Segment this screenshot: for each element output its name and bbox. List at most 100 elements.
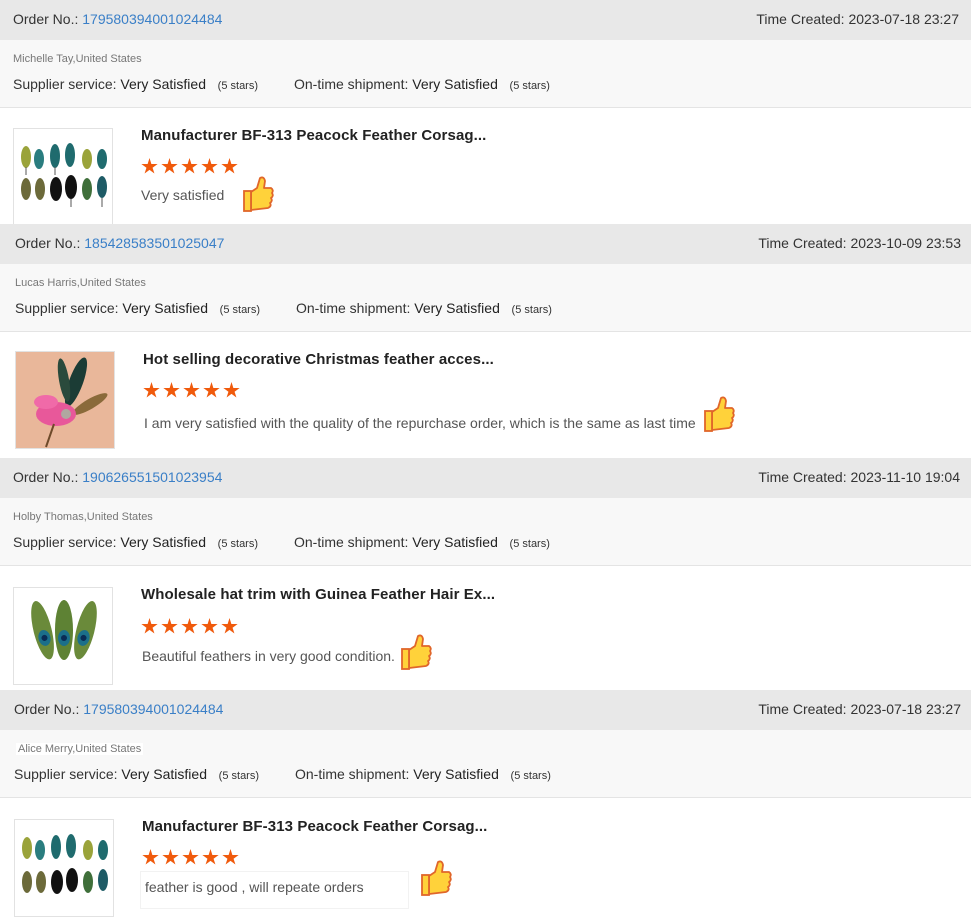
order-number-link[interactable]: 190626551501023954 (82, 469, 222, 485)
order-header: Order No.: 185428583501025047 Time Creat… (0, 224, 971, 264)
product-title[interactable]: Manufacturer BF-313 Peacock Feather Cors… (141, 127, 486, 144)
time-created-label: Time Created: (756, 11, 845, 27)
thumbs-up-icon (243, 176, 274, 212)
rating-stars (143, 382, 243, 399)
rating-stars (141, 618, 241, 635)
ontime-shipment-value: Very Satisfied (414, 300, 500, 316)
review-card: Order No.: 179580394001024484 Time Creat… (0, 0, 971, 226)
star-icon (183, 382, 200, 399)
time-created: Time Created: 2023-11-10 19:04 (758, 469, 960, 485)
buyer-name: Lucas Harris,United States (15, 277, 146, 289)
product-title[interactable]: Hot selling decorative Christmas feather… (143, 351, 494, 368)
ontime-shipment-rating: On-time shipment: Very Satisfied (5 star… (295, 766, 551, 782)
ontime-shipment-rating: On-time shipment: Very Satisfied (5 star… (294, 534, 550, 550)
time-created: Time Created: 2023-10-09 23:53 (758, 235, 961, 251)
ontime-shipment-value: Very Satisfied (413, 766, 499, 782)
buyer-name: Alice Merry,United States (16, 743, 144, 755)
buyer-info: Lucas Harris,United States Supplier serv… (0, 264, 971, 332)
ontime-shipment-stars: (5 stars) (509, 538, 550, 550)
order-number-link[interactable]: 185428583501025047 (84, 235, 224, 251)
order-number-link[interactable]: 179580394001024484 (82, 11, 222, 27)
product-row: Wholesale hat trim with Guinea Feather H… (0, 566, 971, 690)
buyer-name: Holby Thomas,United States (13, 511, 153, 523)
product-image[interactable] (14, 819, 114, 917)
order-number-label: Order No.: (14, 701, 80, 717)
star-icon (181, 158, 198, 175)
star-icon (181, 618, 198, 635)
star-icon (141, 618, 158, 635)
supplier-service-value: Very Satisfied (120, 76, 206, 92)
supplier-service-stars: (5 stars) (218, 770, 260, 782)
order-number-label: Order No.: (13, 11, 79, 27)
star-icon (161, 618, 178, 635)
thumbs-up-icon (421, 860, 452, 896)
peacock-eye-feathers-image (14, 588, 112, 684)
peacock-feathers-grid-image (15, 820, 113, 916)
product-image[interactable] (15, 351, 115, 449)
order-header: Order No.: 179580394001024484 Time Creat… (0, 0, 971, 40)
order-number-label: Order No.: (13, 469, 79, 485)
supplier-service-stars: (5 stars) (217, 80, 259, 92)
time-created-label: Time Created: (758, 235, 847, 251)
product-row: Manufacturer BF-313 Peacock Feather Cors… (0, 108, 971, 226)
review-card: Order No.: 190626551501023954 Time Creat… (0, 458, 971, 690)
supplier-service-rating: Supplier service: Very Satisfied (5 star… (13, 76, 258, 92)
product-title[interactable]: Manufacturer BF-313 Peacock Feather Cors… (142, 818, 487, 835)
pink-feather-accessory-image (16, 352, 114, 448)
time-created-value: 2023-07-18 23:27 (848, 11, 959, 27)
supplier-service-rating: Supplier service: Very Satisfied (5 star… (15, 300, 260, 316)
star-icon (142, 849, 159, 866)
supplier-service-rating: Supplier service: Very Satisfied (5 star… (14, 766, 259, 782)
time-created-label: Time Created: (758, 469, 847, 485)
buyer-info: Holby Thomas,United States Supplier serv… (0, 498, 971, 566)
review-comment: I am very satisfied with the quality of … (144, 415, 696, 431)
star-icon (222, 849, 239, 866)
review-card: Order No.: 179580394001024484 Time Creat… (0, 690, 971, 923)
star-icon (202, 849, 219, 866)
supplier-service-stars: (5 stars) (219, 304, 261, 316)
time-created-value: 2023-11-10 19:04 (850, 469, 961, 485)
ontime-shipment-stars: (5 stars) (509, 80, 550, 92)
ontime-shipment-rating: On-time shipment: Very Satisfied (5 star… (294, 76, 550, 92)
supplier-service-stars: (5 stars) (217, 538, 259, 550)
order-header: Order No.: 190626551501023954 Time Creat… (0, 458, 971, 498)
product-image[interactable] (13, 587, 113, 685)
comment-box: feather is good , will repeate orders (141, 872, 408, 908)
peacock-feathers-grid-image (14, 129, 112, 225)
supplier-service-label: Supplier service: (13, 534, 117, 550)
ontime-shipment-rating: On-time shipment: Very Satisfied (5 star… (296, 300, 552, 316)
star-icon (223, 382, 240, 399)
time-created: Time Created: 2023-07-18 23:27 (758, 701, 961, 717)
ontime-shipment-stars: (5 stars) (510, 770, 551, 782)
thumbs-up-icon (401, 634, 432, 670)
supplier-service-value: Very Satisfied (122, 300, 208, 316)
star-icon (201, 158, 218, 175)
ontime-shipment-value: Very Satisfied (412, 76, 498, 92)
review-comment: Beautiful feathers in very good conditio… (142, 648, 395, 664)
order-number: Order No.: 179580394001024484 (13, 11, 222, 27)
order-number: Order No.: 185428583501025047 (15, 235, 224, 251)
time-created-value: 2023-10-09 23:53 (850, 235, 961, 251)
ontime-shipment-label: On-time shipment: (294, 76, 409, 92)
ontime-shipment-label: On-time shipment: (294, 534, 409, 550)
rating-stars (142, 849, 242, 866)
supplier-service-value: Very Satisfied (121, 766, 207, 782)
order-number: Order No.: 190626551501023954 (13, 469, 222, 485)
review-comment: feather is good , will repeate orders (145, 879, 364, 895)
time-created: Time Created: 2023-07-18 23:27 (756, 11, 959, 27)
order-number-label: Order No.: (15, 235, 81, 251)
product-image[interactable] (13, 128, 113, 226)
review-card: Order No.: 185428583501025047 Time Creat… (0, 224, 971, 458)
supplier-service-label: Supplier service: (15, 300, 119, 316)
supplier-service-label: Supplier service: (13, 76, 117, 92)
product-title[interactable]: Wholesale hat trim with Guinea Feather H… (141, 586, 495, 603)
thumbs-up-icon (704, 396, 735, 432)
order-number: Order No.: 179580394001024484 (14, 701, 223, 717)
supplier-service-rating: Supplier service: Very Satisfied (5 star… (13, 534, 258, 550)
buyer-name: Michelle Tay,United States (13, 53, 142, 65)
star-icon (143, 382, 160, 399)
ontime-shipment-label: On-time shipment: (295, 766, 410, 782)
star-icon (161, 158, 178, 175)
buyer-info: Michelle Tay,United States Supplier serv… (0, 40, 971, 108)
order-number-link[interactable]: 179580394001024484 (83, 701, 223, 717)
